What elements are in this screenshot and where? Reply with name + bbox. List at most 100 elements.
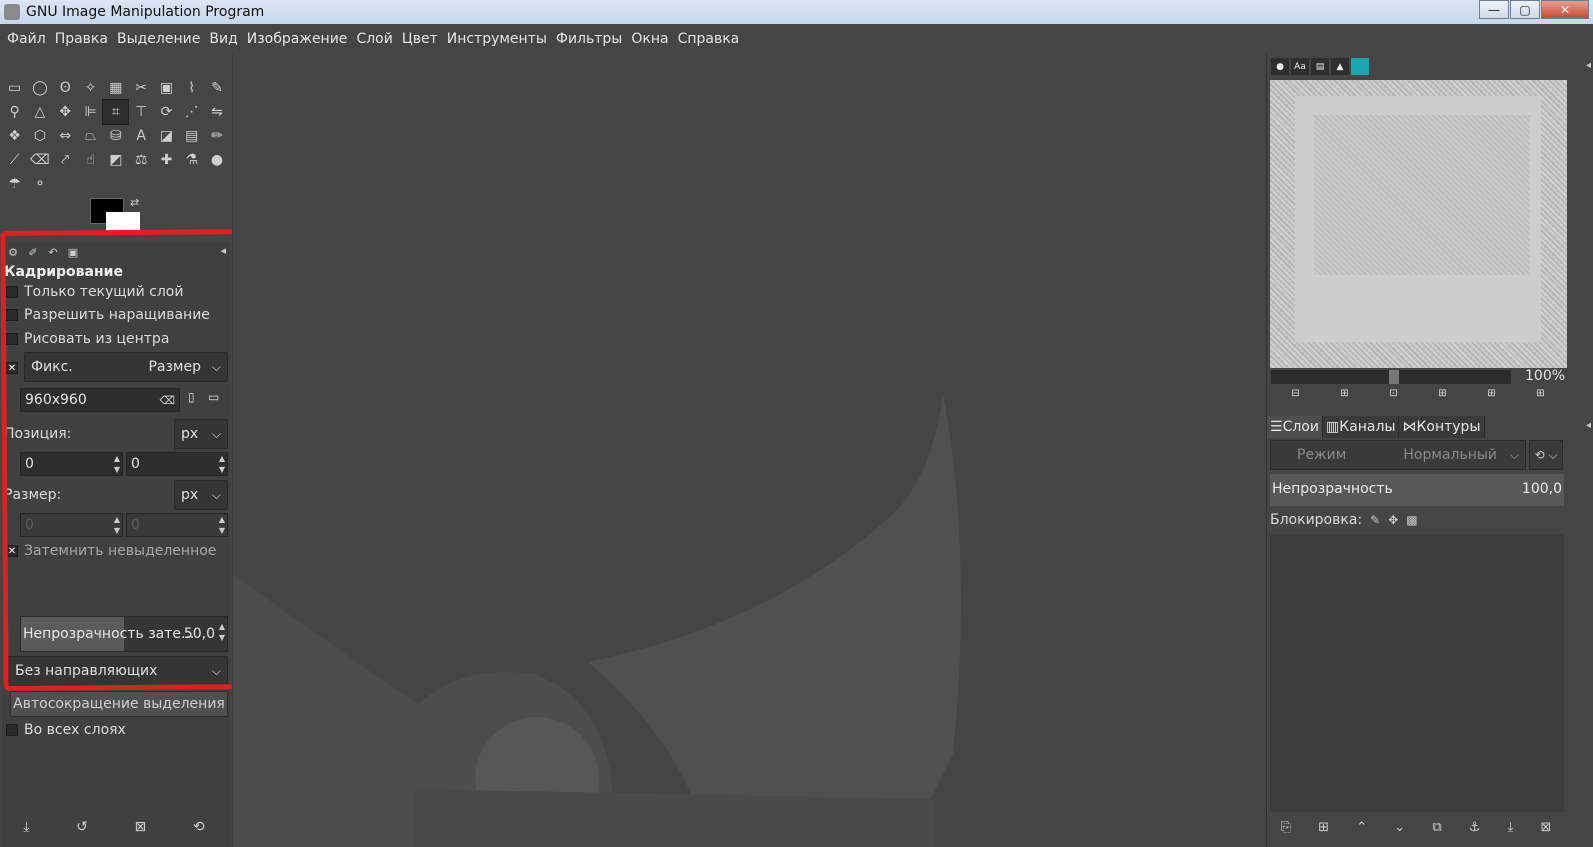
heal-icon[interactable]: ✚ bbox=[154, 148, 179, 172]
gradients-tab-icon[interactable] bbox=[1351, 58, 1369, 75]
save-options-icon[interactable]: ⤓ bbox=[23, 819, 29, 835]
images-tab-icon[interactable]: ▣ bbox=[64, 244, 82, 260]
minimize-button[interactable]: — bbox=[1479, 0, 1509, 19]
menu-help[interactable]: Справка bbox=[675, 31, 746, 47]
zoom-slider[interactable] bbox=[1271, 370, 1511, 384]
size-entry[interactable]: 960x960 ⌫ bbox=[20, 388, 180, 412]
layer-list[interactable] bbox=[1270, 534, 1564, 812]
menu-windows[interactable]: Окна bbox=[628, 31, 674, 47]
current-layer-only-row[interactable]: Только текущий слой bbox=[6, 282, 183, 302]
rect-select-icon[interactable]: ▭ bbox=[2, 76, 27, 100]
duplicate-layer-icon[interactable]: ⧉ bbox=[1432, 820, 1441, 835]
menu-view[interactable]: Вид bbox=[206, 31, 243, 47]
position-y-input[interactable]: 0 ▲ ▼ bbox=[126, 452, 228, 476]
tab-paths[interactable]: ⋈ Контуры bbox=[1399, 416, 1485, 438]
text-icon[interactable]: A bbox=[128, 124, 153, 148]
portrait-icon[interactable]: ▯ bbox=[188, 390, 195, 404]
spinner-icon[interactable]: ▲ ▼ bbox=[114, 514, 120, 536]
rotate-icon[interactable]: ⟳ bbox=[154, 100, 179, 124]
navigation-preview[interactable] bbox=[1270, 80, 1567, 368]
fonts-tab-icon[interactable]: Aa bbox=[1291, 58, 1309, 75]
reset-options-icon[interactable]: ⟲ bbox=[193, 819, 205, 835]
shear-icon[interactable]: ⋰ bbox=[179, 100, 204, 124]
ellipse-select-icon[interactable]: ◯ bbox=[27, 76, 52, 100]
transform-icon[interactable]: ⊤ bbox=[128, 100, 153, 124]
menu-colors[interactable]: Цвет bbox=[399, 31, 444, 47]
spinner-icon[interactable]: ▲ ▼ bbox=[219, 514, 225, 536]
measure-icon[interactable]: △ bbox=[27, 100, 52, 124]
cage-icon[interactable]: ⬡ bbox=[27, 124, 52, 148]
fixed-checkbox[interactable]: ✕ bbox=[6, 362, 18, 374]
fixed-dropdown[interactable]: Фикс. Размер ⌵ bbox=[24, 352, 228, 382]
current-layer-only-checkbox[interactable] bbox=[6, 286, 18, 298]
size-height-input[interactable]: 0 ▲ ▼ bbox=[126, 513, 228, 537]
align-icon[interactable]: ⊫ bbox=[78, 100, 103, 124]
background-color-swatch[interactable] bbox=[106, 212, 140, 234]
blend-icon[interactable]: ▤ bbox=[179, 124, 204, 148]
blur-icon[interactable]: ● bbox=[204, 148, 229, 172]
maximize-button[interactable]: ▢ bbox=[1510, 0, 1540, 19]
highlight-opacity-slider[interactable]: Непрозрачность зате... 50,0 ▲ ▼ bbox=[20, 616, 228, 652]
new-layer-icon[interactable]: ⎘ bbox=[1281, 820, 1291, 835]
zoom-one-icon[interactable]: ⊡ bbox=[1389, 388, 1397, 399]
landscape-icon[interactable]: ▭ bbox=[208, 390, 219, 404]
brushes-tab-icon[interactable]: ● bbox=[1271, 58, 1289, 75]
menu-file[interactable]: Файл bbox=[4, 31, 52, 47]
auto-shrink-button[interactable]: Автосокращение выделения bbox=[10, 691, 228, 717]
spinner-icon[interactable]: ▲ ▼ bbox=[219, 621, 225, 643]
flip-icon[interactable]: ⇋ bbox=[204, 100, 229, 124]
zoom-fill-icon[interactable]: ⊞ bbox=[1487, 388, 1495, 399]
guides-dropdown[interactable]: Без направляющих ⌵ bbox=[8, 656, 228, 686]
airbrush-icon[interactable]: ⤤ bbox=[53, 148, 78, 172]
perspective-clone-icon[interactable]: ⚗ bbox=[179, 148, 204, 172]
menu-select[interactable]: Выделение bbox=[114, 31, 206, 47]
color-select-icon[interactable]: ▦ bbox=[103, 76, 128, 100]
restore-options-icon[interactable]: ↺ bbox=[76, 819, 88, 835]
lock-alpha-icon[interactable]: ▩ bbox=[1406, 513, 1417, 527]
zoom-in-icon[interactable]: ⊞ bbox=[1340, 388, 1348, 399]
fuzzy-select-icon[interactable]: ✧ bbox=[78, 76, 103, 100]
patterns-tab-icon[interactable]: ▤ bbox=[1311, 58, 1329, 75]
move-icon[interactable]: ✥ bbox=[53, 100, 78, 124]
navigation-tab-icon[interactable]: ▲ bbox=[1331, 58, 1349, 75]
spinner-icon[interactable]: ▲ ▼ bbox=[114, 453, 120, 475]
menu-tools[interactable]: Инструменты bbox=[444, 31, 553, 47]
tool-options-tab-icon[interactable]: ⚙ bbox=[4, 244, 22, 260]
position-unit-dropdown[interactable]: px ⌵ bbox=[174, 419, 228, 449]
clone-icon[interactable]: ⚖ bbox=[128, 148, 153, 172]
raise-layer-icon[interactable]: ⌃ bbox=[1356, 820, 1367, 835]
clear-icon[interactable]: ⌫ bbox=[159, 394, 175, 407]
expand-from-center-row[interactable]: Рисовать из центра bbox=[6, 329, 169, 349]
zoom-out-icon[interactable]: ⊟ bbox=[1291, 388, 1299, 399]
foreground-select-icon[interactable]: ▣ bbox=[154, 76, 179, 100]
position-x-input[interactable]: 0 ▲ ▼ bbox=[20, 452, 123, 476]
allow-growing-row[interactable]: Разрешить наращивание bbox=[6, 305, 210, 325]
dock-menu-icon[interactable]: ◂ bbox=[1586, 420, 1591, 431]
image-canvas[interactable] bbox=[232, 54, 1266, 847]
allow-growing-checkbox[interactable] bbox=[6, 309, 18, 321]
layer-mode-dropdown[interactable]: Режим Нормальный ⌵ bbox=[1270, 440, 1526, 470]
ink-icon[interactable]: ☝ bbox=[78, 148, 103, 172]
lock-pixels-icon[interactable]: ✎ bbox=[1370, 513, 1380, 527]
highlight-checkbox[interactable]: ✕ bbox=[6, 545, 18, 557]
size-unit-dropdown[interactable]: px ⌵ bbox=[174, 480, 228, 510]
unified-transform-icon[interactable]: ⇔ bbox=[53, 124, 78, 148]
zoom-slider-knob[interactable] bbox=[1389, 370, 1399, 384]
perspective-icon[interactable]: ⏢ bbox=[78, 124, 103, 148]
layer-opacity-slider[interactable]: Непрозрачность 100,0 bbox=[1270, 474, 1564, 506]
size-width-input[interactable]: 0 ▲ ▼ bbox=[20, 513, 123, 537]
smudge-icon[interactable]: ☂ bbox=[2, 172, 27, 196]
shrink-wrap-icon[interactable]: ⊞ bbox=[1536, 388, 1544, 399]
merge-layer-icon[interactable]: ⤓ bbox=[1508, 820, 1514, 835]
paintbrush-icon[interactable]: ⟋ bbox=[2, 148, 27, 172]
menu-edit[interactable]: Правка bbox=[52, 31, 114, 47]
tab-layers[interactable]: ☰ Слои bbox=[1267, 416, 1323, 438]
delete-layer-icon[interactable]: ⊠ bbox=[1541, 820, 1552, 835]
shrink-merged-row[interactable]: Во всех слоях bbox=[6, 720, 126, 740]
spinner-icon[interactable]: ▲ ▼ bbox=[219, 453, 225, 475]
gradient-icon[interactable]: ◪ bbox=[154, 124, 179, 148]
highlight-row[interactable]: ✕ Затемнить невыделенное bbox=[6, 541, 216, 561]
dodge-icon[interactable]: ⚬ bbox=[27, 172, 52, 196]
crop-icon[interactable]: ⌗ bbox=[102, 99, 130, 125]
menu-layer[interactable]: Слой bbox=[353, 31, 398, 47]
